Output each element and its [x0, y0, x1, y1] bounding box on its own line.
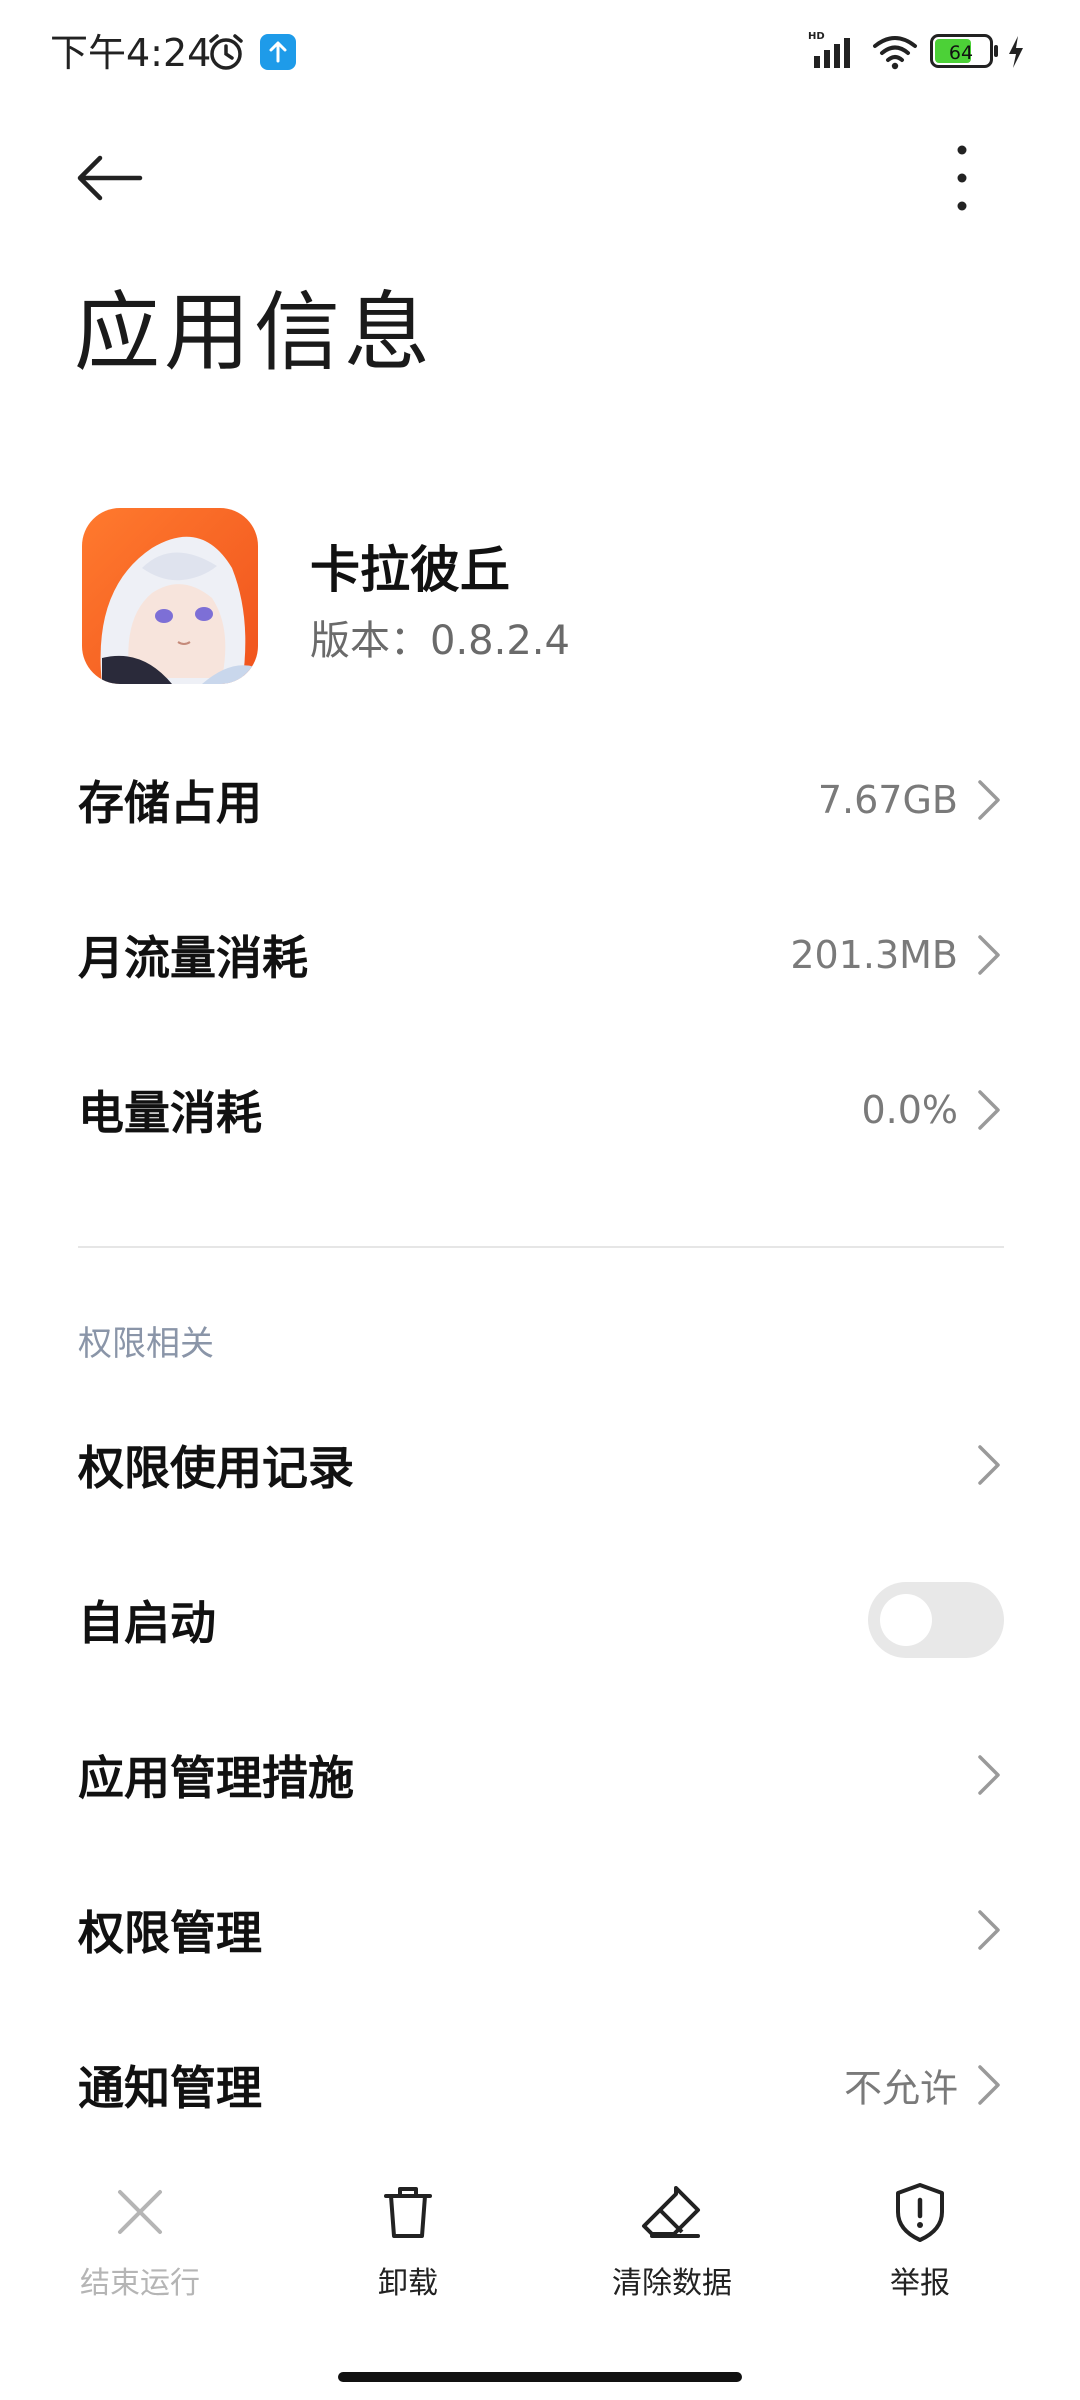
force-stop-button[interactable]: 结束运行 — [40, 2180, 240, 2320]
more-vertical-icon — [957, 145, 967, 211]
wifi-icon — [873, 36, 917, 70]
report-button[interactable]: 举报 — [820, 2180, 1020, 2320]
row-label: 月流量消耗 — [78, 931, 308, 985]
app-icon — [82, 508, 258, 684]
battery-icon: 64 — [930, 34, 1000, 68]
clear-data-button[interactable]: 清除数据 — [572, 2180, 772, 2320]
eraser-icon — [642, 2186, 700, 2238]
row-value: 0.0% — [861, 1088, 958, 1132]
chevron-right-icon — [978, 1755, 1000, 1795]
app-management-row[interactable]: 应用管理措施 — [0, 1700, 1080, 1850]
row-value: 201.3MB — [790, 933, 958, 977]
storage-row[interactable]: 存储占用 7.67GB — [0, 725, 1080, 875]
alarm-icon — [209, 34, 243, 70]
close-icon — [118, 2190, 162, 2234]
action-label: 清除数据 — [612, 2266, 732, 2301]
toggle-knob — [880, 1594, 932, 1646]
row-label: 存储占用 — [78, 776, 262, 830]
permission-usage-record-row[interactable]: 权限使用记录 — [0, 1390, 1080, 1540]
row-label: 权限使用记录 — [78, 1441, 354, 1495]
chevron-right-icon — [978, 780, 1000, 820]
battery-usage-row[interactable]: 电量消耗 0.0% — [0, 1035, 1080, 1185]
action-label: 举报 — [890, 2266, 950, 2301]
upload-icon — [260, 34, 296, 70]
network-badge: HD — [808, 31, 825, 42]
chevron-right-icon — [978, 2065, 1000, 2105]
signal-icon: HD — [808, 31, 850, 68]
home-indicator[interactable] — [338, 2372, 742, 2382]
permission-management-row[interactable]: 权限管理 — [0, 1855, 1080, 2005]
autostart-toggle[interactable] — [868, 1582, 1004, 1658]
row-label: 应用管理措施 — [78, 1751, 354, 1805]
row-value: 7.67GB — [817, 778, 958, 822]
autostart-row: 自启动 — [0, 1545, 1080, 1695]
chevron-right-icon — [978, 1445, 1000, 1485]
status-bar: 下午4:24 HD 64 — [0, 0, 1080, 110]
notification-management-row[interactable]: 通知管理 不允许 — [0, 2010, 1080, 2160]
back-button[interactable] — [62, 130, 158, 226]
more-options-button[interactable] — [936, 130, 1032, 226]
row-value: 不允许 — [843, 2066, 958, 2111]
status-time: 下午4:24 — [50, 31, 212, 75]
chevron-right-icon — [978, 935, 1000, 975]
row-label: 权限管理 — [78, 1906, 262, 1960]
row-label: 通知管理 — [78, 2061, 262, 2115]
data-usage-row[interactable]: 月流量消耗 201.3MB — [0, 880, 1080, 1030]
chevron-right-icon — [978, 1090, 1000, 1130]
page-title: 应用信息 — [74, 283, 434, 383]
row-label: 电量消耗 — [78, 1086, 262, 1140]
action-label: 结束运行 — [80, 2266, 200, 2301]
divider — [78, 1246, 1004, 1248]
action-label: 卸载 — [378, 2266, 438, 2301]
app-name: 卡拉彼丘 — [310, 541, 510, 599]
chevron-right-icon — [978, 1910, 1000, 1950]
arrow-left-icon — [77, 155, 143, 201]
battery-level: 64 — [949, 42, 973, 64]
uninstall-button[interactable]: 卸载 — [308, 2180, 508, 2320]
shield-alert-icon — [896, 2183, 944, 2242]
app-version: 版本：0.8.2.4 — [310, 618, 570, 664]
charging-icon — [1009, 36, 1023, 68]
row-label: 自启动 — [78, 1596, 216, 1650]
trash-icon — [384, 2187, 432, 2238]
bottom-action-bar: 结束运行 卸载 清除数据 举报 — [0, 2180, 1080, 2320]
section-header-permissions: 权限相关 — [78, 1324, 214, 1364]
